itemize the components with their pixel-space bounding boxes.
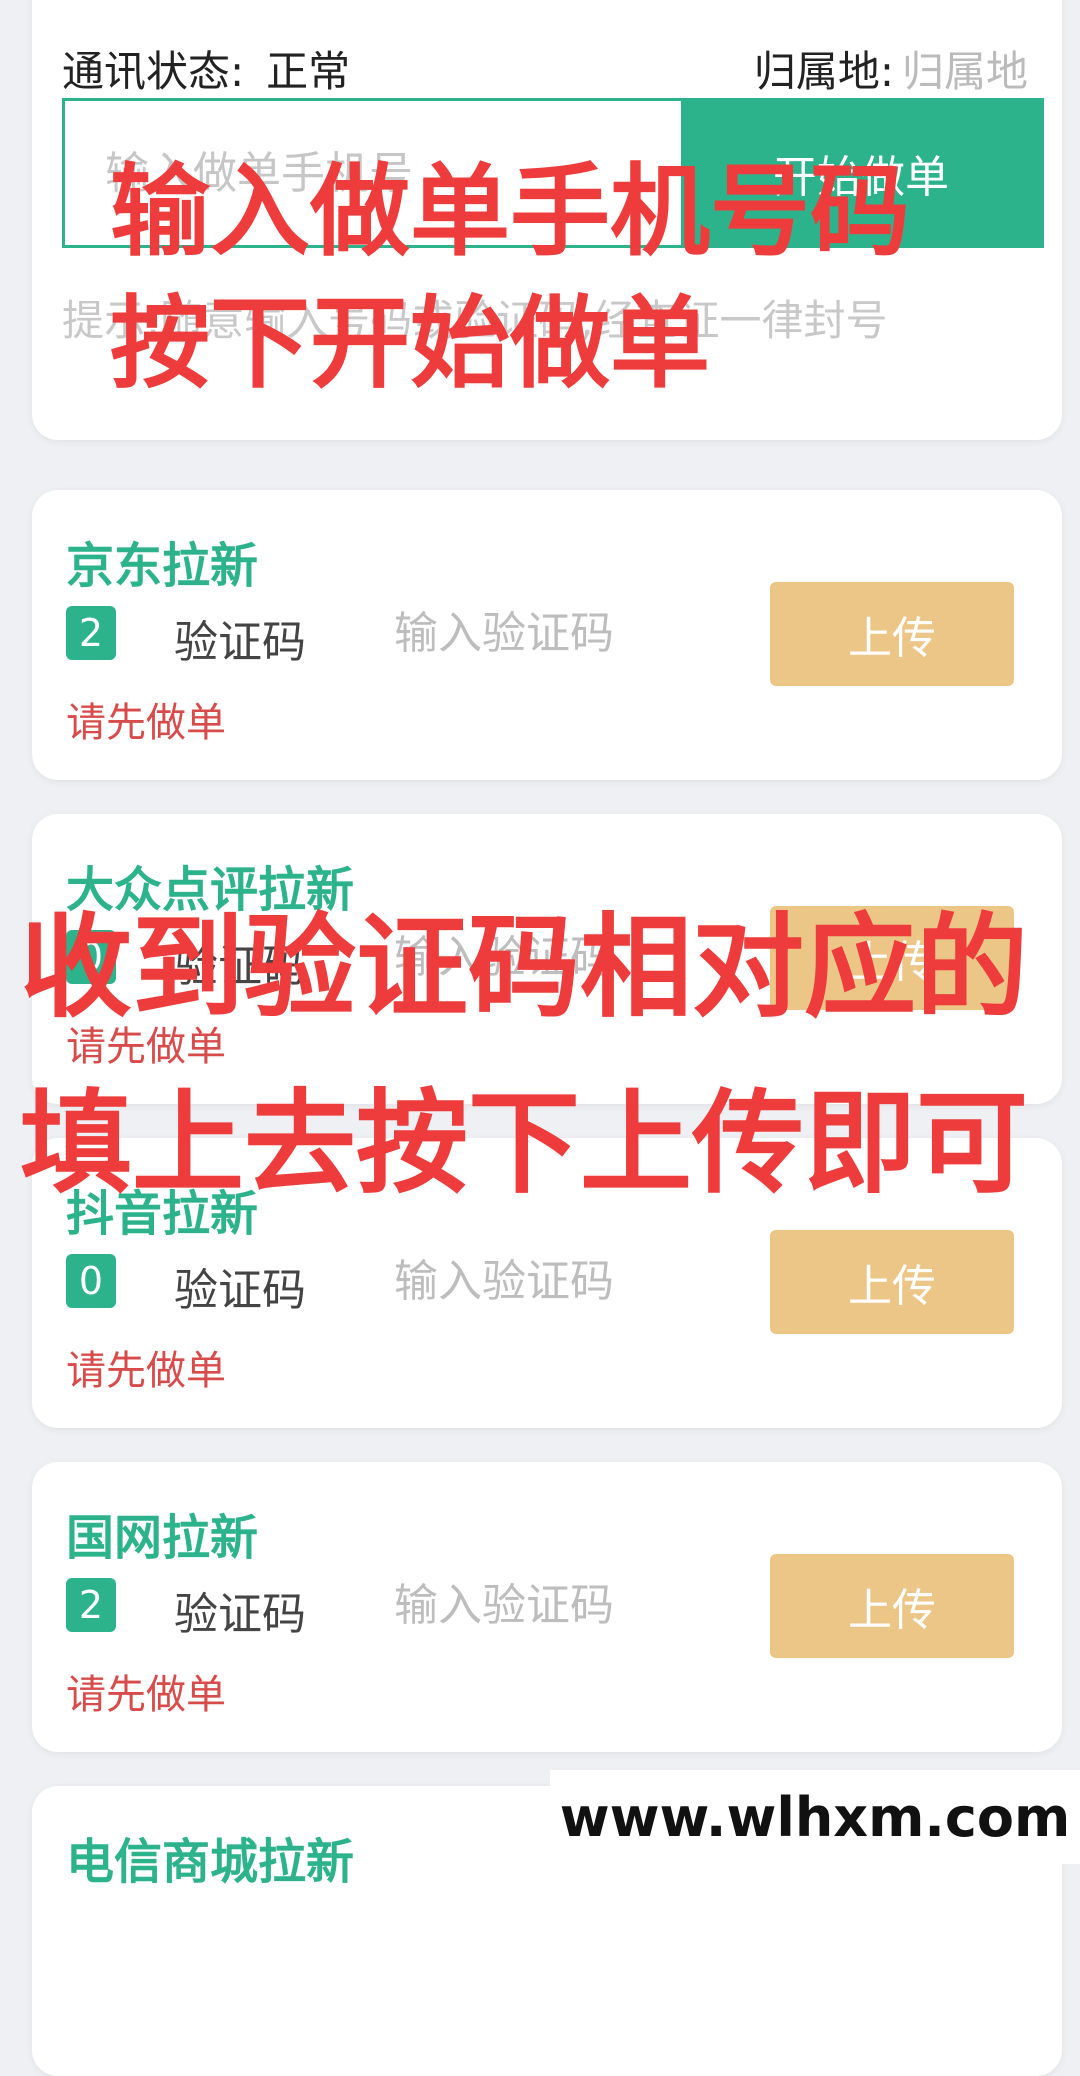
- annotation-text: 按下开始做单: [110, 285, 710, 402]
- count-badge: 2: [66, 1578, 116, 1632]
- code-input[interactable]: [392, 1568, 666, 1642]
- hint-text: 请先做单: [66, 700, 226, 746]
- comm-status-label: 通讯状态:: [62, 47, 245, 96]
- comm-status: 通讯状态: 正常: [62, 38, 350, 99]
- upload-button[interactable]: 上传: [770, 1554, 1014, 1658]
- upload-button[interactable]: 上传: [770, 582, 1014, 686]
- region-value: 归属地: [901, 47, 1028, 96]
- task-title: 电信商城拉新: [66, 1834, 355, 1890]
- code-label: 验证码: [174, 1265, 306, 1316]
- code-label: 验证码: [174, 617, 306, 668]
- watermark: www.wlhxm.com: [550, 1770, 1080, 1864]
- count-badge: 0: [66, 1254, 116, 1308]
- hint-text: 请先做单: [66, 1348, 226, 1394]
- task-title: 国网拉新: [66, 1510, 259, 1566]
- comm-status-value: 正常: [266, 47, 351, 96]
- annotation-text: 收到验证码相对应的填上去按下上传即可: [20, 903, 1028, 1209]
- code-label: 验证码: [174, 1589, 306, 1640]
- task-card: 国网拉新 2 验证码 上传 请先做单: [32, 1462, 1062, 1752]
- hint-text: 请先做单: [66, 1672, 226, 1718]
- status-row: 通讯状态: 正常 归属地: 归属地: [32, 30, 1048, 104]
- annotation-text: 输入做单手机号码: [110, 153, 910, 270]
- code-input[interactable]: [392, 1244, 666, 1318]
- task-card: 京东拉新 2 验证码 上传 请先做单: [32, 490, 1062, 780]
- task-title: 京东拉新: [66, 538, 259, 594]
- upload-button[interactable]: 上传: [770, 1230, 1014, 1334]
- region-label: 归属地:: [753, 47, 894, 96]
- region: 归属地: 归属地: [754, 38, 1028, 99]
- count-badge: 2: [66, 606, 116, 660]
- code-input[interactable]: [392, 596, 666, 670]
